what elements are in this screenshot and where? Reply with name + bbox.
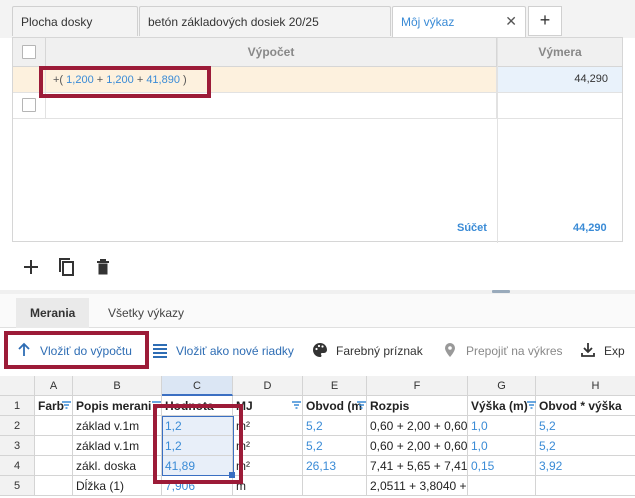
- sheet-header-row: 1 Farb Popis merani Hodnota MJ Obvod (m …: [0, 396, 635, 416]
- cell-unit[interactable]: m: [233, 476, 303, 496]
- tab-moj-vykaz[interactable]: Môj výkaz ✕: [392, 6, 526, 38]
- delete-icon[interactable]: [92, 256, 114, 278]
- cell-perimeter-height[interactable]: 5,2: [536, 416, 635, 436]
- cell-height[interactable]: 1,0: [468, 436, 536, 456]
- column-letters-row: A B C D E F G H: [0, 376, 635, 396]
- cell-breakdown[interactable]: 0,60 + 2,00 + 0,60: [367, 416, 468, 436]
- filter-icon[interactable]: [527, 401, 536, 410]
- cell-unit[interactable]: m²: [233, 416, 303, 436]
- table-row: 3 základ v.1m 1,2 m² 5,2 0,60 + 2,00 + 0…: [0, 436, 635, 456]
- tab-beton-zakladovych-dosiek[interactable]: betón základových dosiek 20/25: [139, 6, 391, 36]
- download-icon: [581, 343, 595, 357]
- cell-description[interactable]: základ v.1m: [73, 416, 162, 436]
- cell-color[interactable]: [35, 416, 73, 436]
- palette-icon: [313, 343, 327, 357]
- row-number[interactable]: 1: [0, 396, 35, 416]
- column-letter[interactable]: E: [303, 376, 367, 396]
- cell-perimeter-height[interactable]: 3,92: [536, 456, 635, 476]
- header-cell-perimeter-height[interactable]: Obvod * výška: [536, 396, 635, 416]
- column-letter[interactable]: C: [162, 376, 233, 396]
- tab-merania[interactable]: Merania: [16, 298, 90, 328]
- rows-icon: [153, 344, 167, 358]
- add-icon[interactable]: [20, 256, 42, 278]
- column-letter[interactable]: H: [536, 376, 635, 396]
- cell-description[interactable]: zákl. doska: [73, 456, 162, 476]
- row-number[interactable]: 2: [0, 416, 35, 436]
- column-header-calculation[interactable]: Výpočet: [45, 38, 497, 67]
- close-tab-icon[interactable]: ✕: [505, 13, 517, 30]
- measurements-sheet: A B C D E F G H 1 Farb Popis merani Hodn…: [0, 376, 635, 498]
- cell-perimeter[interactable]: 5,2: [303, 416, 367, 436]
- cell-perimeter[interactable]: [303, 476, 367, 496]
- column-letter[interactable]: B: [73, 376, 162, 396]
- table-row: 5 Dĺžka (1) 7,906 m 2,0511 + 3,8040 +: [0, 476, 635, 496]
- cell-unit[interactable]: m²: [233, 436, 303, 456]
- column-letter[interactable]: A: [35, 376, 73, 396]
- sum-footer: Súčet 44,290: [13, 214, 622, 242]
- filter-icon[interactable]: [357, 401, 366, 410]
- row-number[interactable]: 3: [0, 436, 35, 456]
- header-cell-height[interactable]: Výška (m): [468, 396, 536, 416]
- table-row: 4 zákl. doska 41,89 m² 26,13 7,41 + 5,65…: [0, 456, 635, 476]
- add-tab-button[interactable]: +: [528, 6, 562, 36]
- cell-color[interactable]: [35, 436, 73, 456]
- table-row: 2 základ v.1m 1,2 m² 5,2 0,60 + 2,00 + 0…: [0, 416, 635, 436]
- filter-icon[interactable]: [62, 401, 71, 410]
- column-letter[interactable]: D: [233, 376, 303, 396]
- tab-plocha-dosky[interactable]: Plocha dosky: [12, 6, 138, 36]
- filter-icon[interactable]: [292, 401, 301, 410]
- cell-unit[interactable]: m²: [233, 456, 303, 476]
- cell-color[interactable]: [35, 476, 73, 496]
- header-cell-description[interactable]: Popis merani: [73, 396, 162, 416]
- cell-height[interactable]: 0,15: [468, 456, 536, 476]
- cell-breakdown[interactable]: 7,41 + 5,65 + 7,41: [367, 456, 468, 476]
- splitter-grip[interactable]: [492, 290, 510, 293]
- column-letter[interactable]: F: [367, 376, 468, 396]
- select-all-checkbox[interactable]: [22, 45, 36, 59]
- header-cell-breakdown[interactable]: Rozpis: [367, 396, 468, 416]
- location-pin-icon: [445, 343, 455, 357]
- cell-height[interactable]: 1,0: [468, 416, 536, 436]
- cell-breakdown[interactable]: 2,0511 + 3,8040 +: [367, 476, 468, 496]
- document-tab-bar: Plocha dosky betón základových dosiek 20…: [0, 0, 635, 38]
- cell-perimeter-height[interactable]: [536, 476, 635, 496]
- column-divider: [497, 38, 498, 243]
- row-number[interactable]: 5: [0, 476, 35, 496]
- calculation-grid-header: Výpočet Výmera: [13, 38, 622, 67]
- highlight-insert-button: [4, 331, 149, 369]
- column-letter[interactable]: G: [468, 376, 536, 396]
- cell-height[interactable]: [468, 476, 536, 496]
- lower-tab-bar: Merania Všetky výkazy: [0, 294, 635, 328]
- cell-perimeter[interactable]: 26,13: [303, 456, 367, 476]
- column-header-amount[interactable]: Výmera: [498, 38, 622, 67]
- amount-cell[interactable]: 44,290: [498, 67, 622, 92]
- cell-color[interactable]: [35, 456, 73, 476]
- cell-perimeter-height[interactable]: 5,2: [536, 436, 635, 456]
- tab-vsetky-vykazy[interactable]: Všetky výkazy: [94, 298, 198, 328]
- cell-breakdown[interactable]: 0,60 + 2,00 + 0,60: [367, 436, 468, 456]
- cell-description[interactable]: základ v.1m: [73, 436, 162, 456]
- copy-icon[interactable]: [56, 256, 78, 278]
- corner-cell[interactable]: [0, 376, 35, 396]
- cell-perimeter[interactable]: 5,2: [303, 436, 367, 456]
- sum-value: 44,290: [573, 222, 607, 234]
- cell-description[interactable]: Dĺžka (1): [73, 476, 162, 496]
- sum-label: Súčet: [457, 222, 487, 234]
- row-number[interactable]: 4: [0, 456, 35, 476]
- highlight-formula: [39, 66, 211, 98]
- row-checkbox[interactable]: [22, 98, 36, 112]
- highlight-value-column: [153, 404, 243, 484]
